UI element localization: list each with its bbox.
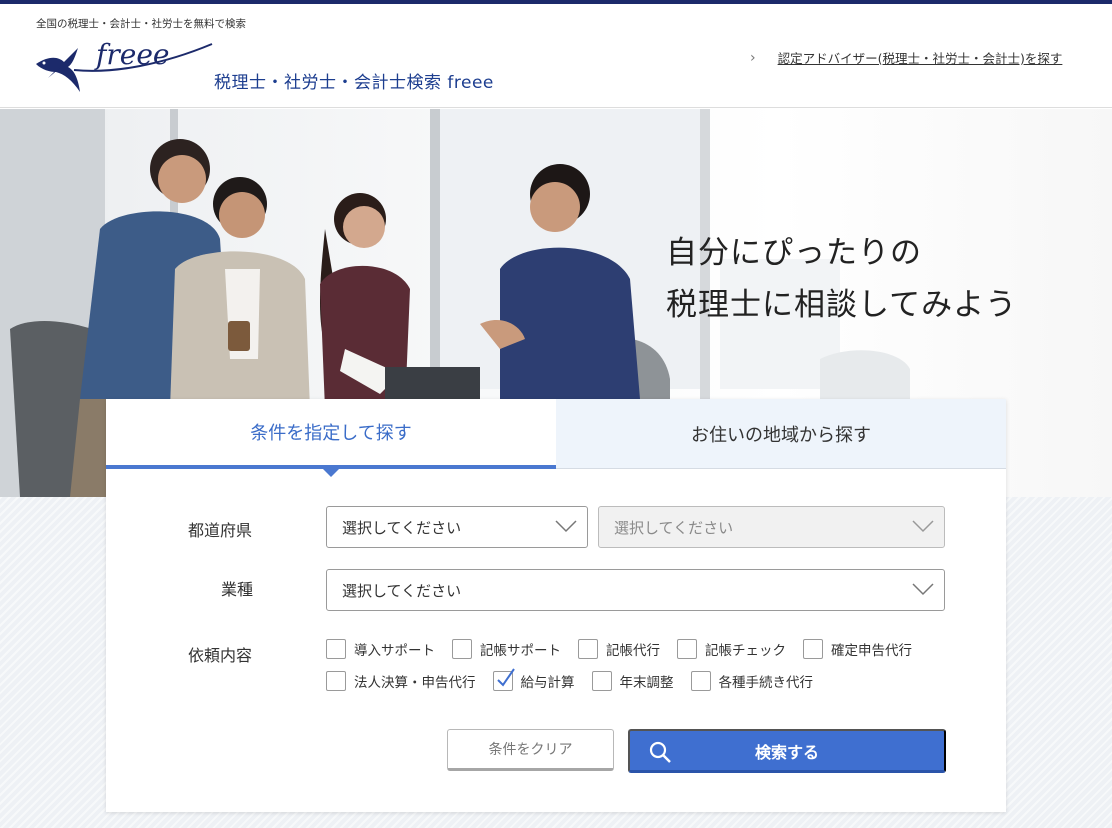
search-icon: [649, 741, 671, 763]
checkbox-procedures[interactable]: 各種手続き代行: [690, 671, 814, 691]
chevron-down-icon: [555, 520, 577, 533]
checkbox-box[interactable]: [690, 671, 711, 691]
certified-advisor-link[interactable]: › 認定アドバイザー(税理士・社労士・会計士)を探す: [750, 48, 1062, 67]
checkbox-box-checked[interactable]: [492, 668, 515, 691]
city-select: 選択してください: [598, 506, 945, 548]
chevron-down-icon: [912, 583, 934, 596]
checkbox-box[interactable]: [326, 639, 346, 659]
checkbox-bookkeeping-check[interactable]: 記帳チェック: [677, 639, 786, 659]
industry-select-value: 選択してください: [342, 581, 462, 600]
checkbox-corporate-settlement[interactable]: 法人決算・申告代行: [326, 671, 476, 691]
checkbox-box[interactable]: [803, 639, 823, 659]
search-button-label: 検索する: [754, 744, 819, 762]
prefecture-select[interactable]: 選択してください: [326, 506, 588, 548]
hero-headline-line2: 税理士に相談してみよう: [666, 287, 1018, 323]
checkbox-bookkeeping-support[interactable]: 記帳サポート: [452, 639, 561, 659]
site-header: 全国の税理士・会計士・社労士を無料で検索 freee 税理士・社労士・会計士検索…: [0, 4, 1112, 108]
checkbox-box[interactable]: [326, 671, 346, 691]
checkbox-label: 法人決算・申告代行: [354, 675, 476, 691]
site-tagline: 全国の税理士・会計士・社労士を無料で検索: [36, 18, 246, 30]
checkbox-tax-return-service[interactable]: 確定申告代行: [803, 639, 912, 659]
prefecture-select-value: 選択してください: [342, 518, 462, 537]
checkmark-icon: [496, 668, 515, 687]
tab-search-by-area[interactable]: お住いの地域から探す: [556, 399, 1006, 469]
city-select-value: 選択してください: [614, 518, 734, 537]
checkbox-introduction-support[interactable]: 導入サポート: [326, 639, 435, 659]
checkbox-label: 各種手続き代行: [718, 675, 814, 691]
chevron-down-icon: [912, 520, 934, 533]
industry-select[interactable]: 選択してください: [326, 569, 945, 611]
request-type-options: 導入サポート 記帳サポート 記帳代行 記帳チェック 確定申告代行 法人決算・申告…: [326, 633, 986, 697]
checkbox-label: 年末調整: [619, 675, 674, 691]
checkbox-year-end-adjustment[interactable]: 年末調整: [591, 671, 674, 691]
svg-text:freee: freee: [94, 38, 169, 71]
checkbox-label: 記帳代行: [606, 643, 660, 659]
checkbox-label: 給与計算: [520, 675, 575, 691]
site-name: 税理士・社労士・会計士検索 freee: [214, 73, 494, 93]
freee-logo[interactable]: freee: [34, 34, 214, 96]
checkbox-box[interactable]: [578, 639, 598, 659]
prefecture-label: 都道府県: [188, 521, 253, 540]
checkbox-box[interactable]: [677, 639, 697, 659]
checkbox-payroll[interactable]: 給与計算: [492, 668, 575, 691]
checkbox-bookkeeping-service[interactable]: 記帳代行: [578, 639, 660, 659]
checkbox-label: 記帳サポート: [480, 643, 561, 659]
industry-label: 業種: [221, 580, 254, 599]
checkbox-box[interactable]: [591, 671, 612, 691]
checkbox-label: 記帳チェック: [705, 643, 786, 659]
checkbox-label: 確定申告代行: [831, 643, 912, 659]
request-type-label: 依頼内容: [188, 646, 253, 665]
hero-headline: 自分にぴったりの 税理士に相談してみよう: [666, 227, 1017, 331]
search-panel: 条件を指定して探す お住いの地域から探す 都道府県 選択してください 選択してく…: [106, 399, 1006, 812]
tab-search-by-conditions[interactable]: 条件を指定して探す: [106, 399, 556, 477]
chevron-right-icon: ›: [750, 49, 756, 66]
search-tabs: 条件を指定して探す お住いの地域から探す: [106, 399, 1006, 477]
search-button[interactable]: 検索する: [628, 729, 946, 773]
checkbox-box[interactable]: [452, 639, 472, 659]
request-options-row-1: 導入サポート 記帳サポート 記帳代行 記帳チェック 確定申告代行: [326, 633, 986, 665]
certified-advisor-link-text: 認定アドバイザー(税理士・社労士・会計士)を探す: [777, 51, 1063, 66]
clear-conditions-button[interactable]: 条件をクリア: [447, 729, 614, 771]
hero-headline-line1: 自分にぴったりの: [666, 235, 922, 271]
request-options-row-2: 法人決算・申告代行 給与計算 年末調整 各種手続き代行: [326, 665, 986, 697]
checkbox-label: 導入サポート: [354, 643, 435, 659]
